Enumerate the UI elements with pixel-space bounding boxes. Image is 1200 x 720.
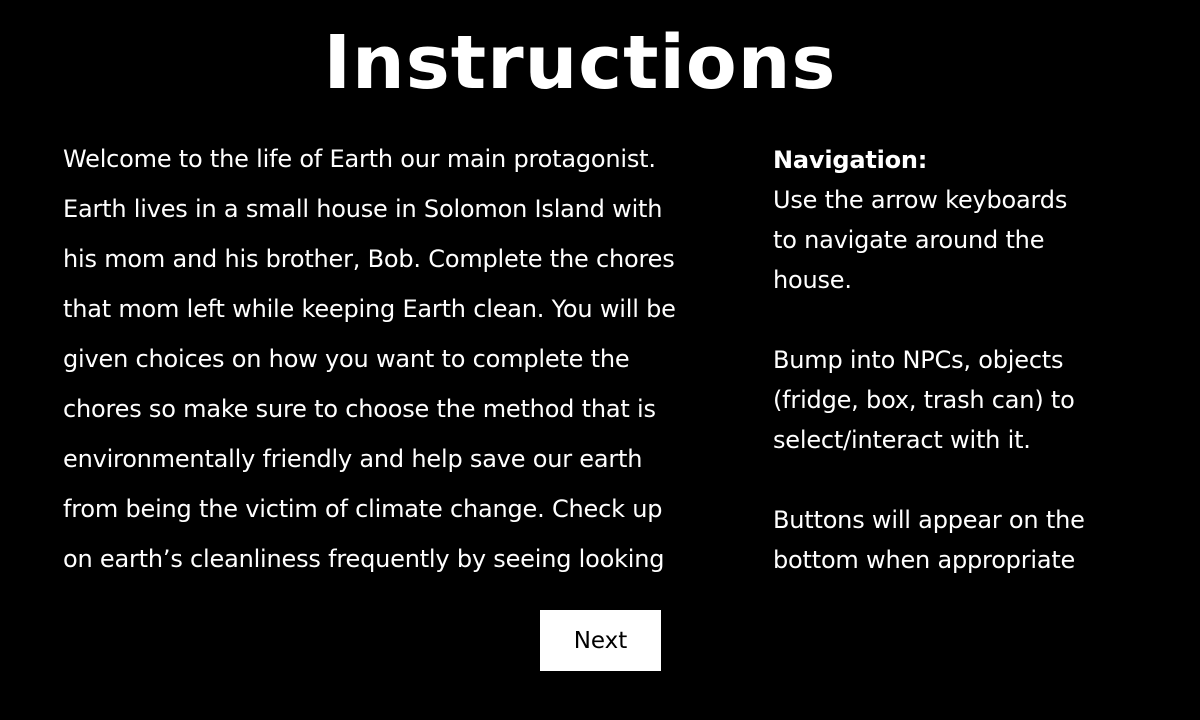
navigation-heading: Navigation:	[773, 146, 928, 174]
story-line: environmentally friendly and help save o…	[63, 445, 643, 473]
interaction-line: Bump into NPCs, objects	[773, 346, 1064, 374]
buttons-hint-line: Buttons will appear on the	[773, 506, 1085, 534]
page-title: Instructions	[323, 20, 837, 106]
story-line: Welcome to the life of Earth our main pr…	[63, 145, 656, 173]
story-line: that mom left while keeping Earth clean.…	[63, 295, 676, 323]
story-text: Welcome to the life of Earth our main pr…	[63, 134, 733, 584]
interaction-line: (fridge, box, trash can) to	[773, 386, 1075, 414]
story-line: his mom and his brother, Bob. Complete t…	[63, 245, 675, 273]
buttons-hint-line: bottom when appropriate	[773, 546, 1076, 574]
story-line: on earth’s cleanliness frequently by see…	[63, 545, 665, 573]
story-line: Earth lives in a small house in Solomon …	[63, 195, 663, 223]
navigation-line: house.	[773, 266, 852, 294]
navigation-line: to navigate around the	[773, 226, 1045, 254]
navigation-line: Use the arrow keyboards	[773, 186, 1068, 214]
story-line: from being the victim of climate change.…	[63, 495, 663, 523]
story-line: chores so make sure to choose the method…	[63, 395, 656, 423]
interaction-line: select/interact with it.	[773, 426, 1031, 454]
next-button[interactable]: Next	[540, 610, 661, 671]
story-line: given choices on how you want to complet…	[63, 345, 630, 373]
navigation-panel: Navigation: Use the arrow keyboards to n…	[773, 140, 1153, 580]
